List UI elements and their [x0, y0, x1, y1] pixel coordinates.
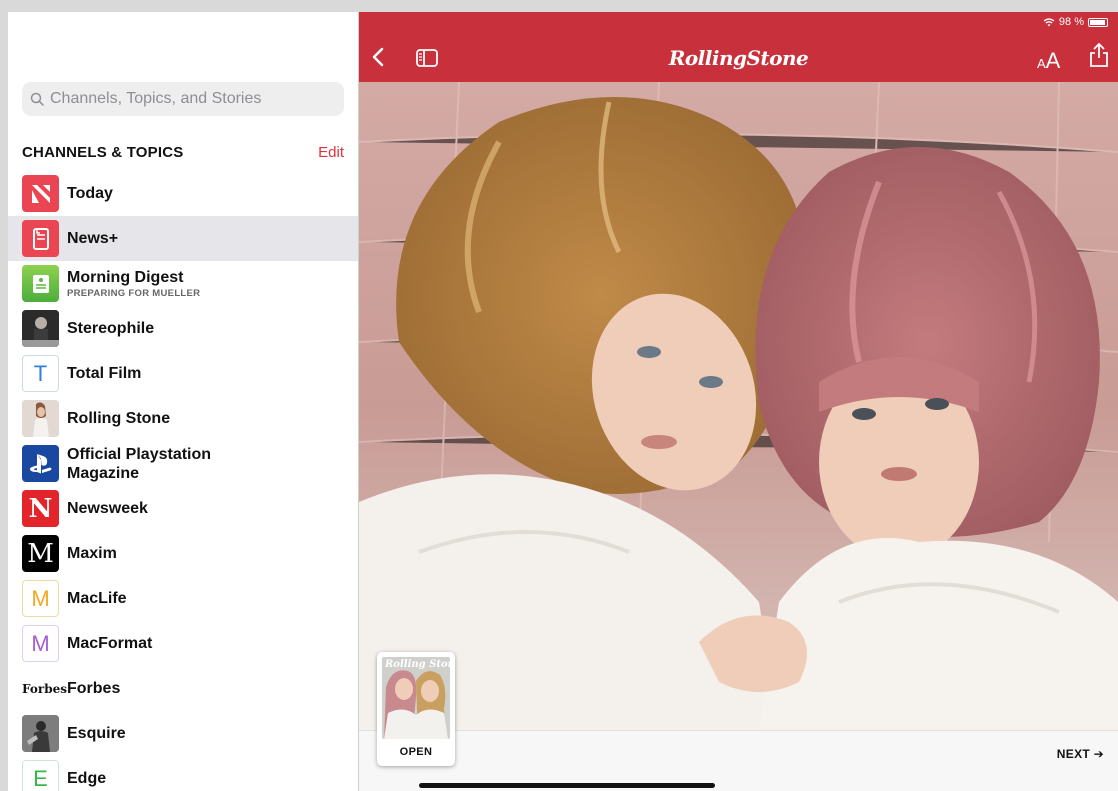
maxim-icon: M	[22, 535, 59, 572]
channel-list: Today News+ Morning Digest PREPARING FOR…	[8, 171, 358, 791]
sidebar-item-news-plus[interactable]: News+	[8, 216, 358, 261]
sidebar-item-edge[interactable]: E Edge	[8, 756, 358, 791]
sidebar-item-label: Edge	[67, 770, 107, 787]
text-size-icon[interactable]: AA	[1037, 48, 1060, 74]
sidebar-item-today[interactable]: Today	[8, 171, 358, 216]
sidebar-item-sublabel: PREPARING FOR MUELLER	[67, 288, 201, 299]
forbes-logo-text: Forbes	[22, 681, 67, 696]
esquire-icon	[22, 715, 59, 752]
macformat-icon: M	[22, 625, 59, 662]
channels-section-header: CHANNELS & TOPICS Edit	[22, 142, 344, 162]
sidebar-item-label: Stereophile	[67, 320, 155, 337]
sidebar-item-label: Esquire	[67, 725, 126, 742]
sidebar-item-label: Newsweek	[67, 500, 148, 517]
app-frame: Channels, Topics, and Stories CHANNELS &…	[8, 12, 1118, 791]
sidebar-item-label: News+	[67, 230, 119, 247]
sidebar-item-label: Official Playstation Magazine	[67, 445, 212, 482]
sidebar-item-label: MacFormat	[67, 635, 153, 652]
home-indicator	[419, 783, 715, 788]
maxim-letter: M	[27, 538, 54, 569]
rolling-stone-thumb-icon	[22, 400, 59, 437]
macformat-letter: M	[31, 630, 50, 656]
edge-icon: E	[22, 760, 59, 791]
sidebar-item-forbes[interactable]: Forbes Forbes	[8, 666, 358, 711]
sidebar-item-maclife[interactable]: M MacLife	[8, 576, 358, 621]
status-bar: 98 %	[1043, 16, 1108, 28]
maclife-icon: M	[22, 580, 59, 617]
cover-photo	[359, 82, 1118, 730]
sidebar-item-label: Today	[67, 185, 113, 202]
publication-logo: RollingStone	[668, 46, 809, 70]
edge-letter: E	[33, 765, 48, 791]
search-icon	[30, 92, 44, 106]
sidebar-item-label: Morning Digest	[67, 269, 184, 286]
newsweek-letter: N	[28, 493, 53, 524]
open-button[interactable]: OPEN	[377, 746, 455, 758]
article-reader: 98 % RollingStone AA NEXT ➔ Rolling Sto …	[359, 12, 1118, 791]
stereophile-icon	[22, 310, 59, 347]
reader-toolbar: 98 % RollingStone AA	[359, 12, 1118, 82]
sidebar-item-rolling-stone[interactable]: Rolling Stone	[8, 396, 358, 441]
sidebar-item-label: Total Film	[67, 365, 142, 382]
issue-cover-thumbnail: Rolling Stone	[382, 657, 450, 739]
next-button[interactable]: NEXT ➔	[1057, 747, 1104, 761]
section-title: CHANNELS & TOPICS	[22, 143, 184, 161]
sidebar-item-morning-digest[interactable]: Morning Digest PREPARING FOR MUELLER	[8, 261, 358, 306]
playstation-icon	[22, 445, 59, 482]
share-icon[interactable]	[1089, 42, 1109, 68]
apple-news-icon	[22, 175, 59, 212]
morning-digest-icon	[22, 265, 59, 302]
wifi-icon	[1043, 17, 1055, 26]
forbes-icon: Forbes	[22, 670, 67, 707]
newsweek-icon: N	[22, 490, 59, 527]
reader-bottom-bar: NEXT ➔	[359, 730, 1118, 791]
sidebar: Channels, Topics, and Stories CHANNELS &…	[8, 12, 359, 791]
sidebar-item-label: Maxim	[67, 545, 117, 562]
edit-button[interactable]: Edit	[318, 144, 344, 161]
search-placeholder: Channels, Topics, and Stories	[50, 90, 262, 107]
cover-image	[359, 82, 1118, 730]
sidebar-item-label: MacLife	[67, 590, 127, 607]
maclife-letter: M	[31, 585, 50, 611]
news-plus-icon	[22, 220, 59, 257]
issue-cover-card[interactable]: Rolling Stone OPEN	[377, 652, 455, 766]
sidebar-item-newsweek[interactable]: N Newsweek	[8, 486, 358, 531]
total-film-icon: T	[22, 355, 59, 392]
total-film-letter: T	[33, 360, 48, 386]
sidebar-item-label: Rolling Stone	[67, 410, 171, 427]
cover-logo: Rolling Stone	[385, 659, 450, 670]
sidebar-item-stereophile[interactable]: Stereophile	[8, 306, 358, 351]
battery-percentage: 98 %	[1058, 16, 1084, 28]
sidebar-item-esquire[interactable]: Esquire	[8, 711, 358, 756]
sidebar-item-total-film[interactable]: T Total Film	[8, 351, 358, 396]
sidebar-item-official-playstation-magazine[interactable]: Official Playstation Magazine	[8, 441, 358, 486]
sidebar-item-label: Forbes	[67, 680, 121, 697]
sidebar-item-maxim[interactable]: M Maxim	[8, 531, 358, 576]
sidebar-item-macformat[interactable]: M MacFormat	[8, 621, 358, 666]
battery-icon	[1088, 17, 1108, 27]
search-input[interactable]: Channels, Topics, and Stories	[22, 82, 344, 116]
